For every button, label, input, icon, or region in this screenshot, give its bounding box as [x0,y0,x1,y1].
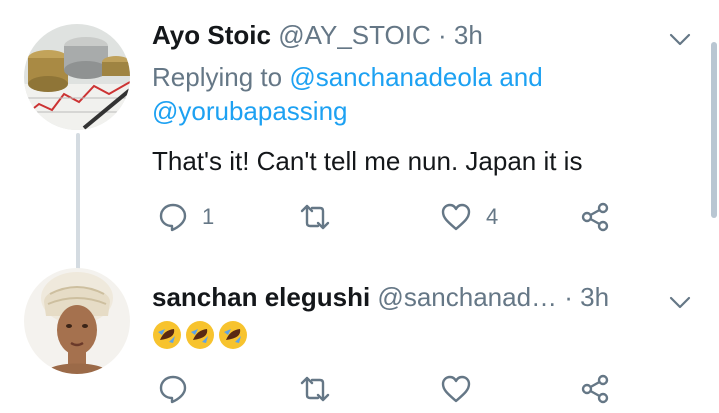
tweet-header: Ayo Stoic @AY_STOIC · 3h [152,20,483,50]
heart-icon [441,203,471,231]
retweet-button[interactable] [298,374,332,404]
reply-count: 1 [202,204,215,229]
tweet-ayo-stoic[interactable]: Ayo Stoic @AY_STOIC · 3h Replying to @sa… [0,0,719,270]
chevron-down-icon[interactable] [668,290,692,314]
replying-to: Replying to @sanchanadeola and @yorubapa… [152,60,672,128]
scrollbar[interactable] [711,42,717,218]
heart-icon [441,375,471,403]
like-count: 4 [486,204,499,229]
retweet-icon [300,376,330,402]
replying-to-and[interactable]: and [492,62,542,92]
reply-button[interactable] [158,374,188,404]
share-button[interactable] [580,374,610,404]
rolling-on-floor-laughing-icon [153,321,181,350]
separator-dot: · [557,282,581,312]
display-name[interactable]: sanchan elegushi [152,282,370,312]
tweet-text [152,318,251,350]
mention-yorubapassing[interactable]: @yorubapassing [152,96,348,126]
like-button[interactable]: 4 [440,202,498,232]
avatar[interactable] [24,268,130,374]
handle[interactable]: @AY_STOIC [278,20,431,50]
timestamp[interactable]: 3h [454,20,483,50]
reply-icon [159,203,187,232]
retweet-button[interactable] [298,202,332,232]
share-button[interactable] [580,202,610,232]
replying-to-label: Replying to [152,62,290,92]
rolling-on-floor-laughing-icon [219,321,247,350]
separator-dot: · [430,20,454,50]
avatar[interactable] [24,24,130,130]
rolling-on-floor-laughing-icon [186,321,214,350]
tweet-sanchan-elegushi[interactable]: sanchan elegushi @sanchanad… · 3h [0,260,719,413]
mention-sanchanadeola[interactable]: @sanchanadeola [289,62,492,92]
share-icon [581,202,609,232]
coins-chart-avatar-image [24,24,130,130]
chevron-down-icon[interactable] [668,27,692,51]
tweet-header: sanchan elegushi @sanchanad… · 3h [152,282,609,312]
share-icon [581,374,609,404]
reply-icon [159,375,187,404]
display-name[interactable]: Ayo Stoic [152,20,271,50]
thread-line [76,133,80,270]
like-button[interactable] [440,374,472,404]
timestamp[interactable]: 3h [580,282,609,312]
woman-headwrap-avatar-image [24,268,130,374]
reply-button[interactable]: 1 [158,202,214,232]
handle[interactable]: @sanchanad… [377,282,557,312]
tweet-text: That's it! Can't tell me nun. Japan it i… [152,146,583,176]
retweet-icon [300,204,330,230]
